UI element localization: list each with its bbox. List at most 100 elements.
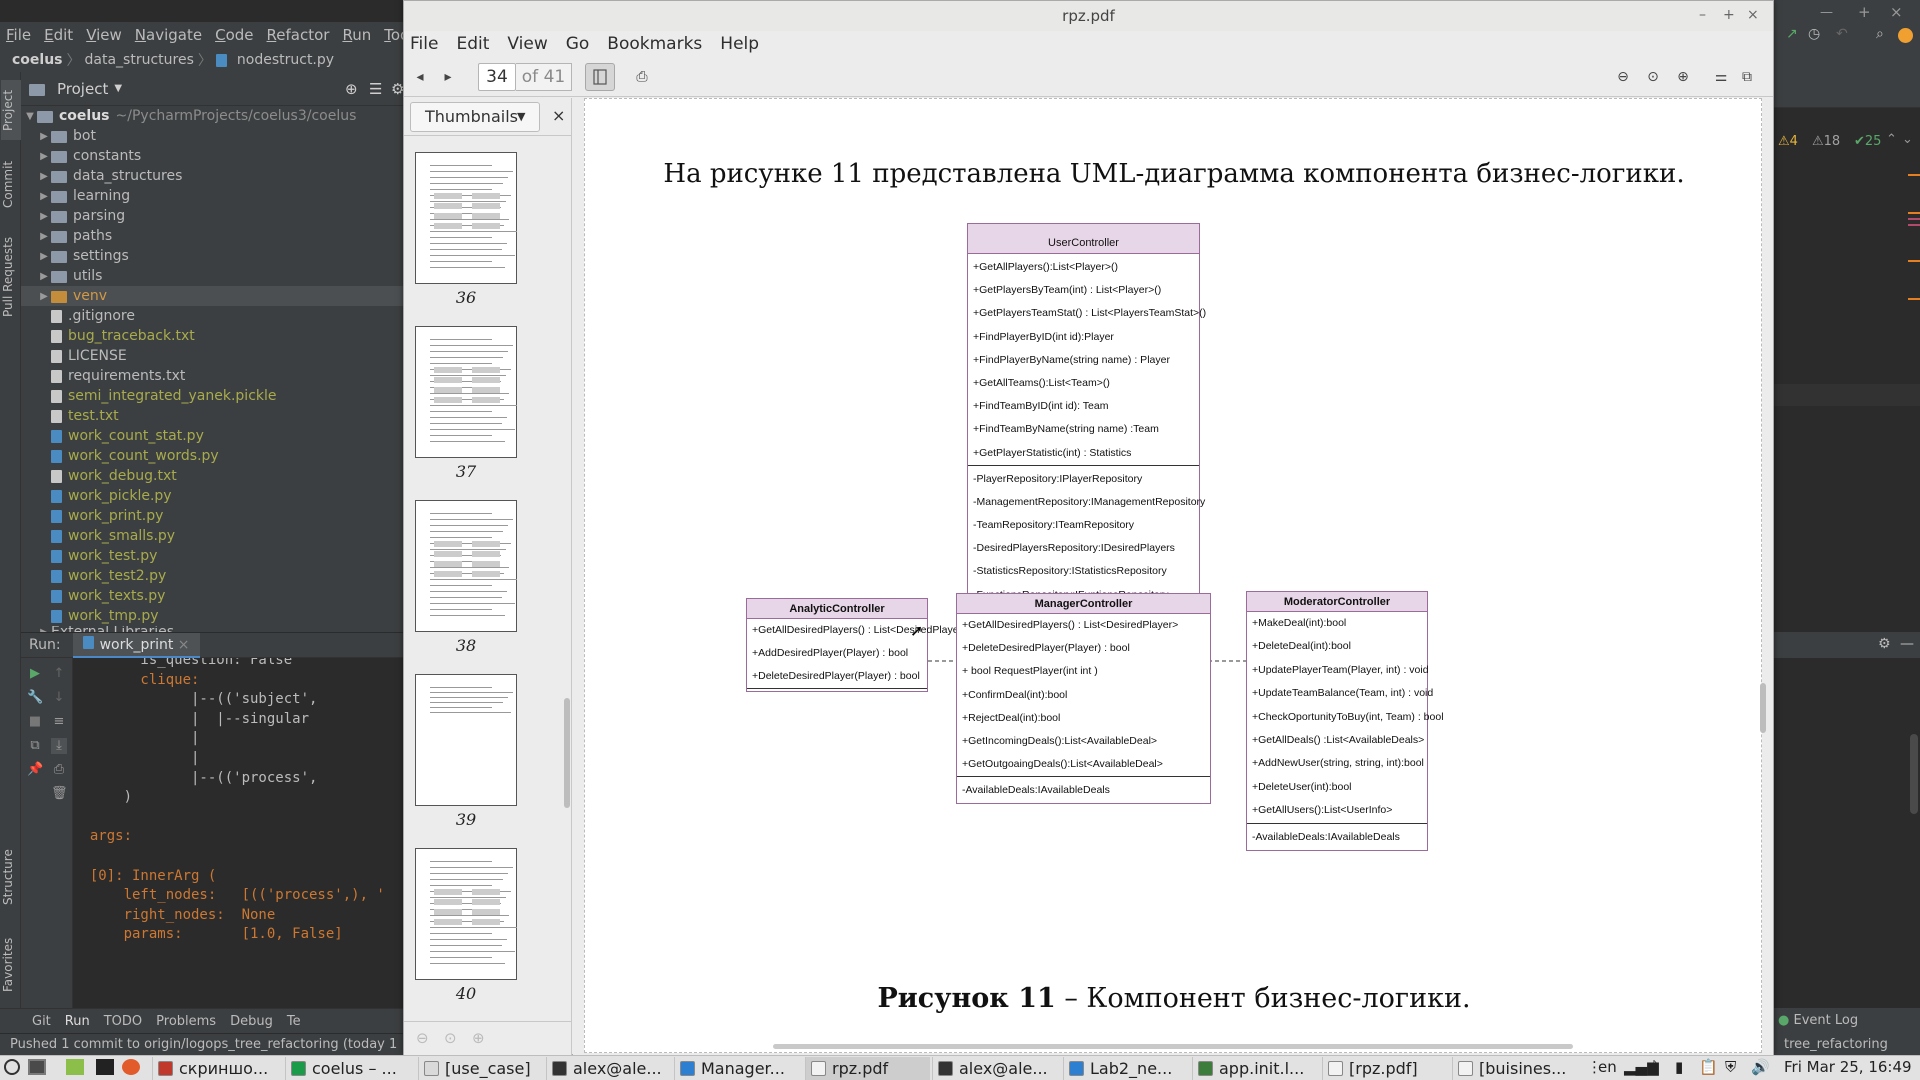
tree-file[interactable]: work_count_stat.py bbox=[21, 426, 406, 446]
pin-icon[interactable]: 📌 bbox=[27, 762, 43, 778]
breadcrumb-file[interactable]: nodestruct.py bbox=[237, 52, 334, 68]
file-manager-icon[interactable] bbox=[66, 1059, 84, 1075]
run-config-tab[interactable]: work_print × bbox=[72, 632, 200, 658]
tree-folder[interactable]: ▶ venv bbox=[21, 286, 406, 306]
history-icon[interactable]: ◷ bbox=[1808, 26, 1820, 42]
keyboard-layout[interactable]: en bbox=[1598, 1058, 1617, 1076]
down-arrow-icon[interactable]: ↓ bbox=[51, 690, 67, 706]
chevron-right-icon[interactable]: ▶ bbox=[37, 231, 51, 242]
close-icon[interactable]: × bbox=[552, 106, 565, 125]
chevron-right-icon[interactable]: ▶ bbox=[37, 131, 51, 142]
menu-view[interactable]: View bbox=[507, 34, 547, 54]
rerun-icon[interactable]: ▶ bbox=[27, 666, 43, 682]
close-icon[interactable]: × bbox=[178, 637, 190, 653]
close-icon[interactable]: × bbox=[1890, 3, 1903, 21]
ide-menu-view[interactable]: View bbox=[86, 26, 122, 44]
hide-icon[interactable]: — bbox=[1900, 636, 1914, 652]
zoom-in-icon[interactable]: ⊕ bbox=[472, 1029, 485, 1047]
tree-file[interactable]: work_print.py bbox=[21, 506, 406, 526]
document-scrollbar-thumb[interactable] bbox=[1760, 683, 1766, 733]
trash-icon[interactable]: 🗑 bbox=[51, 786, 68, 802]
tool-tab-pull-requests[interactable]: Pull Requests bbox=[1, 222, 21, 332]
tree-folder[interactable]: ▶ data_structures bbox=[21, 166, 406, 186]
taskbar-window-button[interactable]: Lab2_ne... bbox=[1063, 1057, 1189, 1080]
updates-icon[interactable] bbox=[1898, 28, 1913, 43]
ide-menu-file[interactable]: File bbox=[6, 26, 31, 44]
chevron-right-icon[interactable]: ▶ bbox=[37, 171, 51, 182]
close-icon[interactable]: × bbox=[1747, 7, 1759, 23]
editor-area[interactable]: ⚠4 ⚠18 ✔25 ⌃ ⌄ bbox=[1774, 108, 1920, 632]
tree-file[interactable]: semi_integrated_yanek.pickle bbox=[21, 386, 406, 406]
tree-folder[interactable]: ▶ parsing bbox=[21, 206, 406, 226]
ide-status-bar[interactable]: Pushed 1 commit to origin/logops_tree_re… bbox=[0, 1033, 406, 1055]
up-arrow-icon[interactable]: ↑ bbox=[51, 666, 67, 682]
scroll-to-end-icon[interactable]: ⤓ bbox=[51, 738, 67, 754]
page-thumbnail[interactable] bbox=[415, 152, 517, 284]
search-icon[interactable]: ⌕ bbox=[1876, 26, 1884, 42]
minimize-icon[interactable]: – bbox=[1699, 7, 1706, 23]
run-console-output[interactable]: is_question: False clique: |--(('subject… bbox=[73, 658, 406, 1017]
tree-file[interactable]: LICENSE bbox=[21, 346, 406, 366]
document-hscrollbar[interactable] bbox=[773, 1044, 1573, 1049]
ide-menu-navigate[interactable]: Navigate bbox=[135, 26, 202, 44]
document-view[interactable]: На рисунке 11 представлена UML-диаграмма… bbox=[573, 98, 1773, 1056]
taskbar-window-button[interactable]: coelus – ... bbox=[285, 1057, 415, 1080]
sidebar-toggle-button[interactable] bbox=[585, 63, 615, 91]
taskbar-window-button[interactable]: скриншо... bbox=[152, 1057, 282, 1080]
taskbar-window-button[interactable]: alex@ale... bbox=[932, 1057, 1060, 1080]
menu-bookmarks[interactable]: Bookmarks bbox=[607, 34, 702, 54]
tree-file[interactable]: .gitignore bbox=[21, 306, 406, 326]
zoom-out-icon[interactable]: ⊖ bbox=[416, 1029, 429, 1047]
tree-file[interactable]: work_texts.py bbox=[21, 586, 406, 606]
chevron-right-icon[interactable]: ▶ bbox=[37, 211, 51, 222]
terminal-icon[interactable] bbox=[96, 1059, 114, 1075]
ide-menu-edit[interactable]: Edit bbox=[44, 26, 73, 44]
power-icon[interactable] bbox=[4, 1059, 20, 1075]
zoom-fit-icon[interactable]: ⊙ bbox=[1641, 65, 1665, 89]
chevron-down-icon[interactable]: ▼ bbox=[114, 83, 122, 94]
page-thumbnail[interactable] bbox=[415, 500, 517, 632]
tree-file[interactable]: work_test2.py bbox=[21, 566, 406, 586]
chevron-right-icon[interactable]: ▶ bbox=[37, 251, 51, 262]
inspection-warnings[interactable]: ⚠4 bbox=[1778, 134, 1798, 149]
tree-file[interactable]: work_debug.txt bbox=[21, 466, 406, 486]
zoom-in-icon[interactable]: ⊕ bbox=[1671, 65, 1695, 89]
maximize-icon[interactable]: + bbox=[1858, 3, 1871, 21]
tool-tab-commit[interactable]: Commit bbox=[1, 158, 21, 210]
tree-folder[interactable]: ▶ constants bbox=[21, 146, 406, 166]
locate-icon[interactable]: ⊕ bbox=[345, 80, 358, 98]
taskbar-window-button[interactable]: [buisines... bbox=[1452, 1057, 1584, 1080]
ide-menu-run[interactable]: Run bbox=[342, 26, 371, 44]
tool-tab-favorites[interactable]: Favorites bbox=[1, 930, 21, 1000]
inspection-ok[interactable]: ✔25 bbox=[1854, 134, 1881, 149]
menu-go[interactable]: Go bbox=[566, 34, 590, 54]
taskbar-window-button[interactable]: Manager... bbox=[674, 1057, 802, 1080]
tool-tab-debug[interactable]: Debug bbox=[230, 1014, 273, 1029]
wrench-icon[interactable]: 🔧 bbox=[27, 690, 43, 706]
tree-file[interactable]: work_count_words.py bbox=[21, 446, 406, 466]
chevron-right-icon[interactable]: ▶ bbox=[37, 271, 51, 282]
menu-edit[interactable]: Edit bbox=[456, 34, 489, 54]
chevron-right-icon[interactable]: ▶ bbox=[37, 291, 51, 302]
page-number-input[interactable]: 34 bbox=[478, 63, 516, 91]
tool-tab-todo[interactable]: TODO bbox=[104, 1014, 142, 1029]
page-thumbnail[interactable] bbox=[415, 848, 517, 980]
chevron-right-icon[interactable]: ▶ bbox=[37, 151, 51, 162]
tree-folder[interactable]: ▶ utils bbox=[21, 266, 406, 286]
taskbar-window-button[interactable]: app.init.l... bbox=[1192, 1057, 1319, 1080]
ide-menu-code[interactable]: Code bbox=[215, 26, 253, 44]
tool-tab-structure[interactable]: Structure bbox=[1, 842, 21, 912]
rollback-icon[interactable]: ↶ bbox=[1836, 26, 1848, 42]
battery-icon[interactable]: ▮ bbox=[1675, 1058, 1683, 1076]
tree-folder[interactable]: ▶ bot bbox=[21, 126, 406, 146]
project-view-selector[interactable]: Project bbox=[57, 80, 108, 98]
breadcrumb-project[interactable]: coelus bbox=[12, 52, 63, 68]
vcs-update-icon[interactable]: ↗ bbox=[1786, 26, 1798, 42]
ide-menu-refactor[interactable]: Refactor bbox=[267, 26, 330, 44]
tool-tab-problems[interactable]: Problems bbox=[156, 1014, 216, 1029]
zoom-fit-icon[interactable]: ⊙ bbox=[444, 1029, 457, 1047]
maximize-icon[interactable]: + bbox=[1723, 7, 1735, 23]
print-icon[interactable]: ⎙ bbox=[51, 762, 67, 778]
shield-icon[interactable]: ⛨ bbox=[1725, 1058, 1736, 1076]
previous-page-icon[interactable]: ◂ bbox=[408, 65, 432, 89]
